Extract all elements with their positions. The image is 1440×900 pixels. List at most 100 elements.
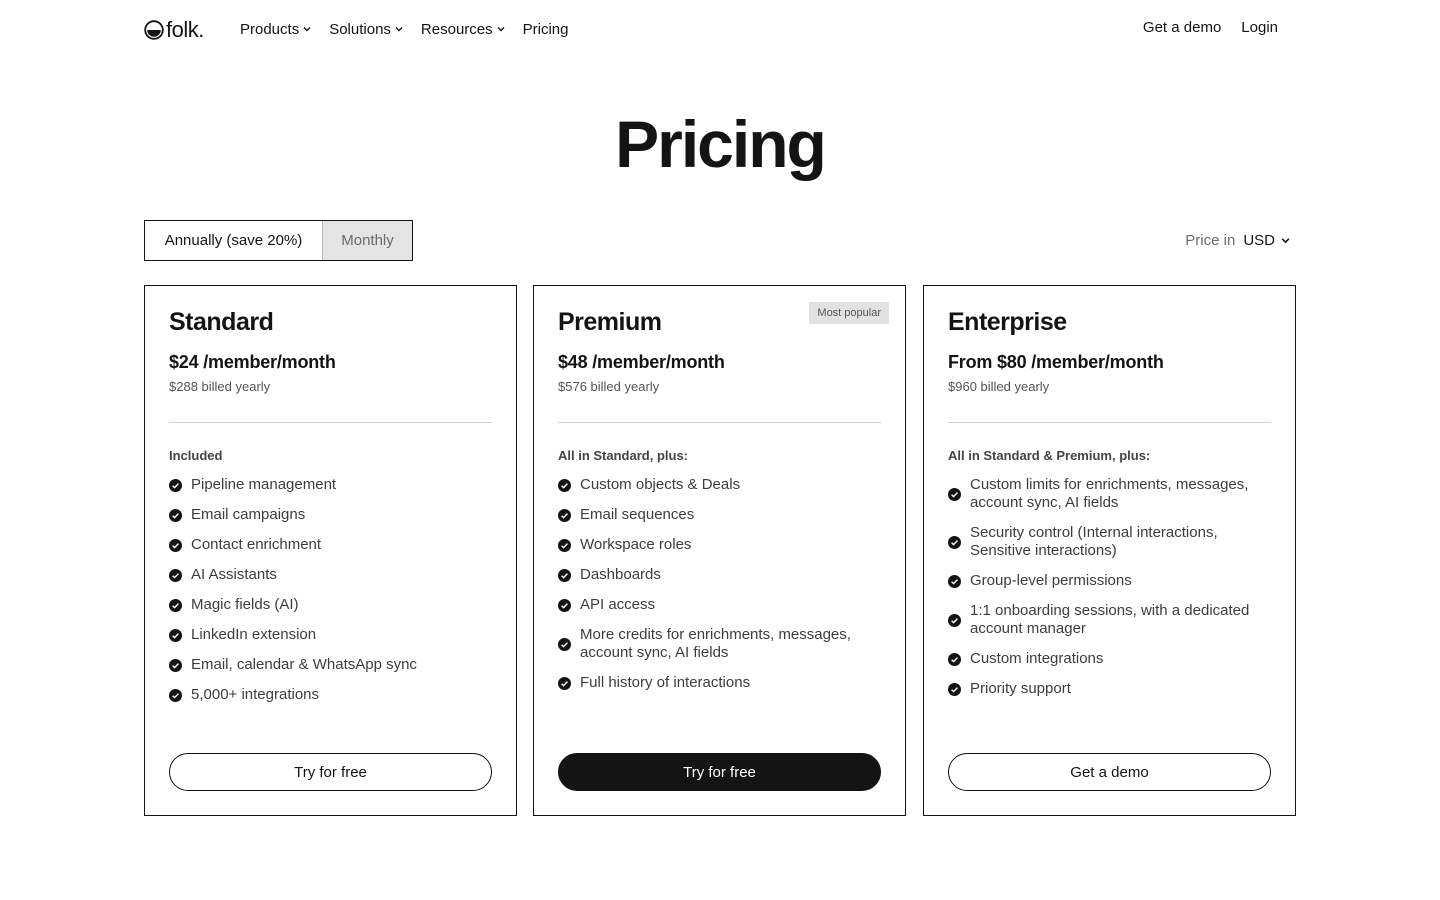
check-circle-icon bbox=[169, 658, 182, 672]
plan-price: From $80 /member/month bbox=[948, 352, 1164, 372]
nav-item-resources[interactable]: Resources bbox=[421, 19, 505, 39]
divider bbox=[948, 422, 1271, 423]
feature-item: API access bbox=[558, 596, 885, 614]
nav-item-products[interactable]: Products bbox=[240, 19, 311, 39]
main-menu: Products Solutions Resources Pricing bbox=[240, 19, 586, 39]
chevron-down-icon bbox=[497, 27, 505, 32]
feature-item: Pipeline management bbox=[169, 476, 496, 494]
currency-selector: Price in USD bbox=[1185, 232, 1290, 249]
most-popular-badge: Most popular bbox=[809, 302, 889, 324]
page-title: Pricing bbox=[615, 107, 827, 181]
top-navigation: folk. Products Solutions Resources Prici… bbox=[0, 0, 1440, 58]
feature-text: LinkedIn extension bbox=[191, 626, 317, 643]
feature-list: Custom limits for enrichments, messages,… bbox=[948, 476, 1275, 710]
feature-text: Security control (Internal interactions,… bbox=[970, 524, 1218, 559]
feature-item: Security control (Internal interactions,… bbox=[948, 524, 1275, 560]
try-for-free-button[interactable]: Try for free bbox=[558, 753, 881, 791]
feature-item: Custom integrations bbox=[948, 650, 1275, 668]
nav-item-solutions[interactable]: Solutions bbox=[329, 19, 403, 39]
check-circle-icon bbox=[558, 538, 571, 552]
feature-text: Custom objects & Deals bbox=[580, 476, 741, 493]
divider bbox=[558, 422, 881, 423]
check-circle-icon bbox=[169, 688, 182, 702]
feature-text: Magic fields (AI) bbox=[191, 596, 299, 613]
check-circle-icon bbox=[948, 574, 961, 588]
plan-name: Premium bbox=[558, 308, 662, 336]
check-circle-icon bbox=[948, 613, 961, 627]
feature-text: Custom integrations bbox=[970, 650, 1104, 667]
features-heading: All in Standard, plus: bbox=[558, 448, 689, 463]
feature-text: Dashboards bbox=[580, 566, 661, 583]
plan-name: Enterprise bbox=[948, 308, 1067, 336]
feature-item: Priority support bbox=[948, 680, 1275, 698]
feature-item: Contact enrichment bbox=[169, 536, 496, 554]
feature-text: Group-level permissions bbox=[970, 572, 1132, 589]
nav-item-pricing[interactable]: Pricing bbox=[523, 19, 569, 39]
feature-text: Priority support bbox=[970, 680, 1071, 697]
try-for-free-button[interactable]: Try for free bbox=[169, 753, 492, 791]
billing-period-toggle: Annually (save 20%) Monthly bbox=[144, 220, 413, 261]
check-circle-icon bbox=[169, 628, 182, 642]
currency-label: Price in bbox=[1185, 232, 1236, 249]
check-circle-icon bbox=[558, 637, 571, 651]
feature-item: 5,000+ integrations bbox=[169, 686, 496, 704]
plan-price: $24 /member/month bbox=[169, 352, 336, 372]
feature-text: Contact enrichment bbox=[191, 536, 322, 553]
feature-item: Custom objects & Deals bbox=[558, 476, 885, 494]
check-circle-icon bbox=[558, 568, 571, 582]
currency-value: USD bbox=[1243, 232, 1275, 249]
check-circle-icon bbox=[558, 478, 571, 492]
chevron-down-icon bbox=[1281, 238, 1290, 244]
monthly-billing-option[interactable]: Monthly bbox=[322, 221, 412, 260]
feature-text: Custom limits for enrichments, messages,… bbox=[970, 476, 1249, 511]
folk-logo[interactable]: folk. bbox=[144, 18, 204, 42]
plan-billed-yearly: $288 billed yearly bbox=[169, 379, 271, 394]
feature-text: AI Assistants bbox=[191, 566, 277, 583]
feature-item: Magic fields (AI) bbox=[169, 596, 496, 614]
feature-item: Dashboards bbox=[558, 566, 885, 584]
feature-list: Pipeline management Email campaigns Cont… bbox=[169, 476, 496, 716]
check-circle-icon bbox=[169, 598, 182, 612]
features-heading: All in Standard & Premium, plus: bbox=[948, 448, 1151, 463]
feature-item: Email, calendar & WhatsApp sync bbox=[169, 656, 496, 674]
nav-item-label: Pricing bbox=[522, 20, 569, 38]
nav-item-label: Products bbox=[240, 20, 300, 38]
login-link[interactable]: Login bbox=[1241, 19, 1278, 39]
chevron-down-icon bbox=[395, 27, 403, 32]
check-circle-icon bbox=[558, 598, 571, 612]
check-circle-icon bbox=[169, 568, 182, 582]
check-circle-icon bbox=[169, 538, 182, 552]
feature-text: 5,000+ integrations bbox=[191, 686, 320, 703]
feature-item: AI Assistants bbox=[169, 566, 496, 584]
check-circle-icon bbox=[948, 535, 961, 549]
feature-item: LinkedIn extension bbox=[169, 626, 496, 644]
logo-text: folk. bbox=[166, 17, 204, 42]
get-a-demo-button[interactable]: Get a demo bbox=[948, 753, 1271, 791]
feature-text: Workspace roles bbox=[580, 536, 692, 553]
plan-card-standard: Standard $24 /member/month $288 billed y… bbox=[144, 285, 517, 816]
feature-text: Email sequences bbox=[580, 506, 695, 523]
check-circle-icon bbox=[558, 676, 571, 690]
check-circle-icon bbox=[948, 487, 961, 501]
feature-text: Email campaigns bbox=[191, 506, 306, 523]
annual-billing-option[interactable]: Annually (save 20%) bbox=[145, 221, 322, 260]
chevron-down-icon bbox=[303, 27, 311, 32]
plan-name: Standard bbox=[169, 308, 274, 336]
check-circle-icon bbox=[169, 478, 182, 492]
check-circle-icon bbox=[169, 508, 182, 522]
feature-item: Email sequences bbox=[558, 506, 885, 524]
check-circle-icon bbox=[558, 508, 571, 522]
feature-text: Email, calendar & WhatsApp sync bbox=[191, 656, 417, 673]
nav-item-label: Resources bbox=[420, 20, 493, 38]
feature-text: Pipeline management bbox=[191, 476, 337, 493]
nav-item-label: Solutions bbox=[329, 20, 391, 38]
feature-item: Group-level permissions bbox=[948, 572, 1275, 590]
features-heading: Included bbox=[169, 448, 223, 463]
feature-item: Full history of interactions bbox=[558, 674, 885, 692]
feature-text: API access bbox=[580, 596, 656, 613]
feature-item: Workspace roles bbox=[558, 536, 885, 554]
plan-card-premium: Premium Most popular $48 /member/month $… bbox=[533, 285, 906, 816]
get-a-demo-link[interactable]: Get a demo bbox=[1143, 19, 1221, 39]
feature-item: More credits for enrichments, messages, … bbox=[558, 626, 885, 662]
currency-dropdown[interactable]: USD bbox=[1243, 232, 1290, 249]
